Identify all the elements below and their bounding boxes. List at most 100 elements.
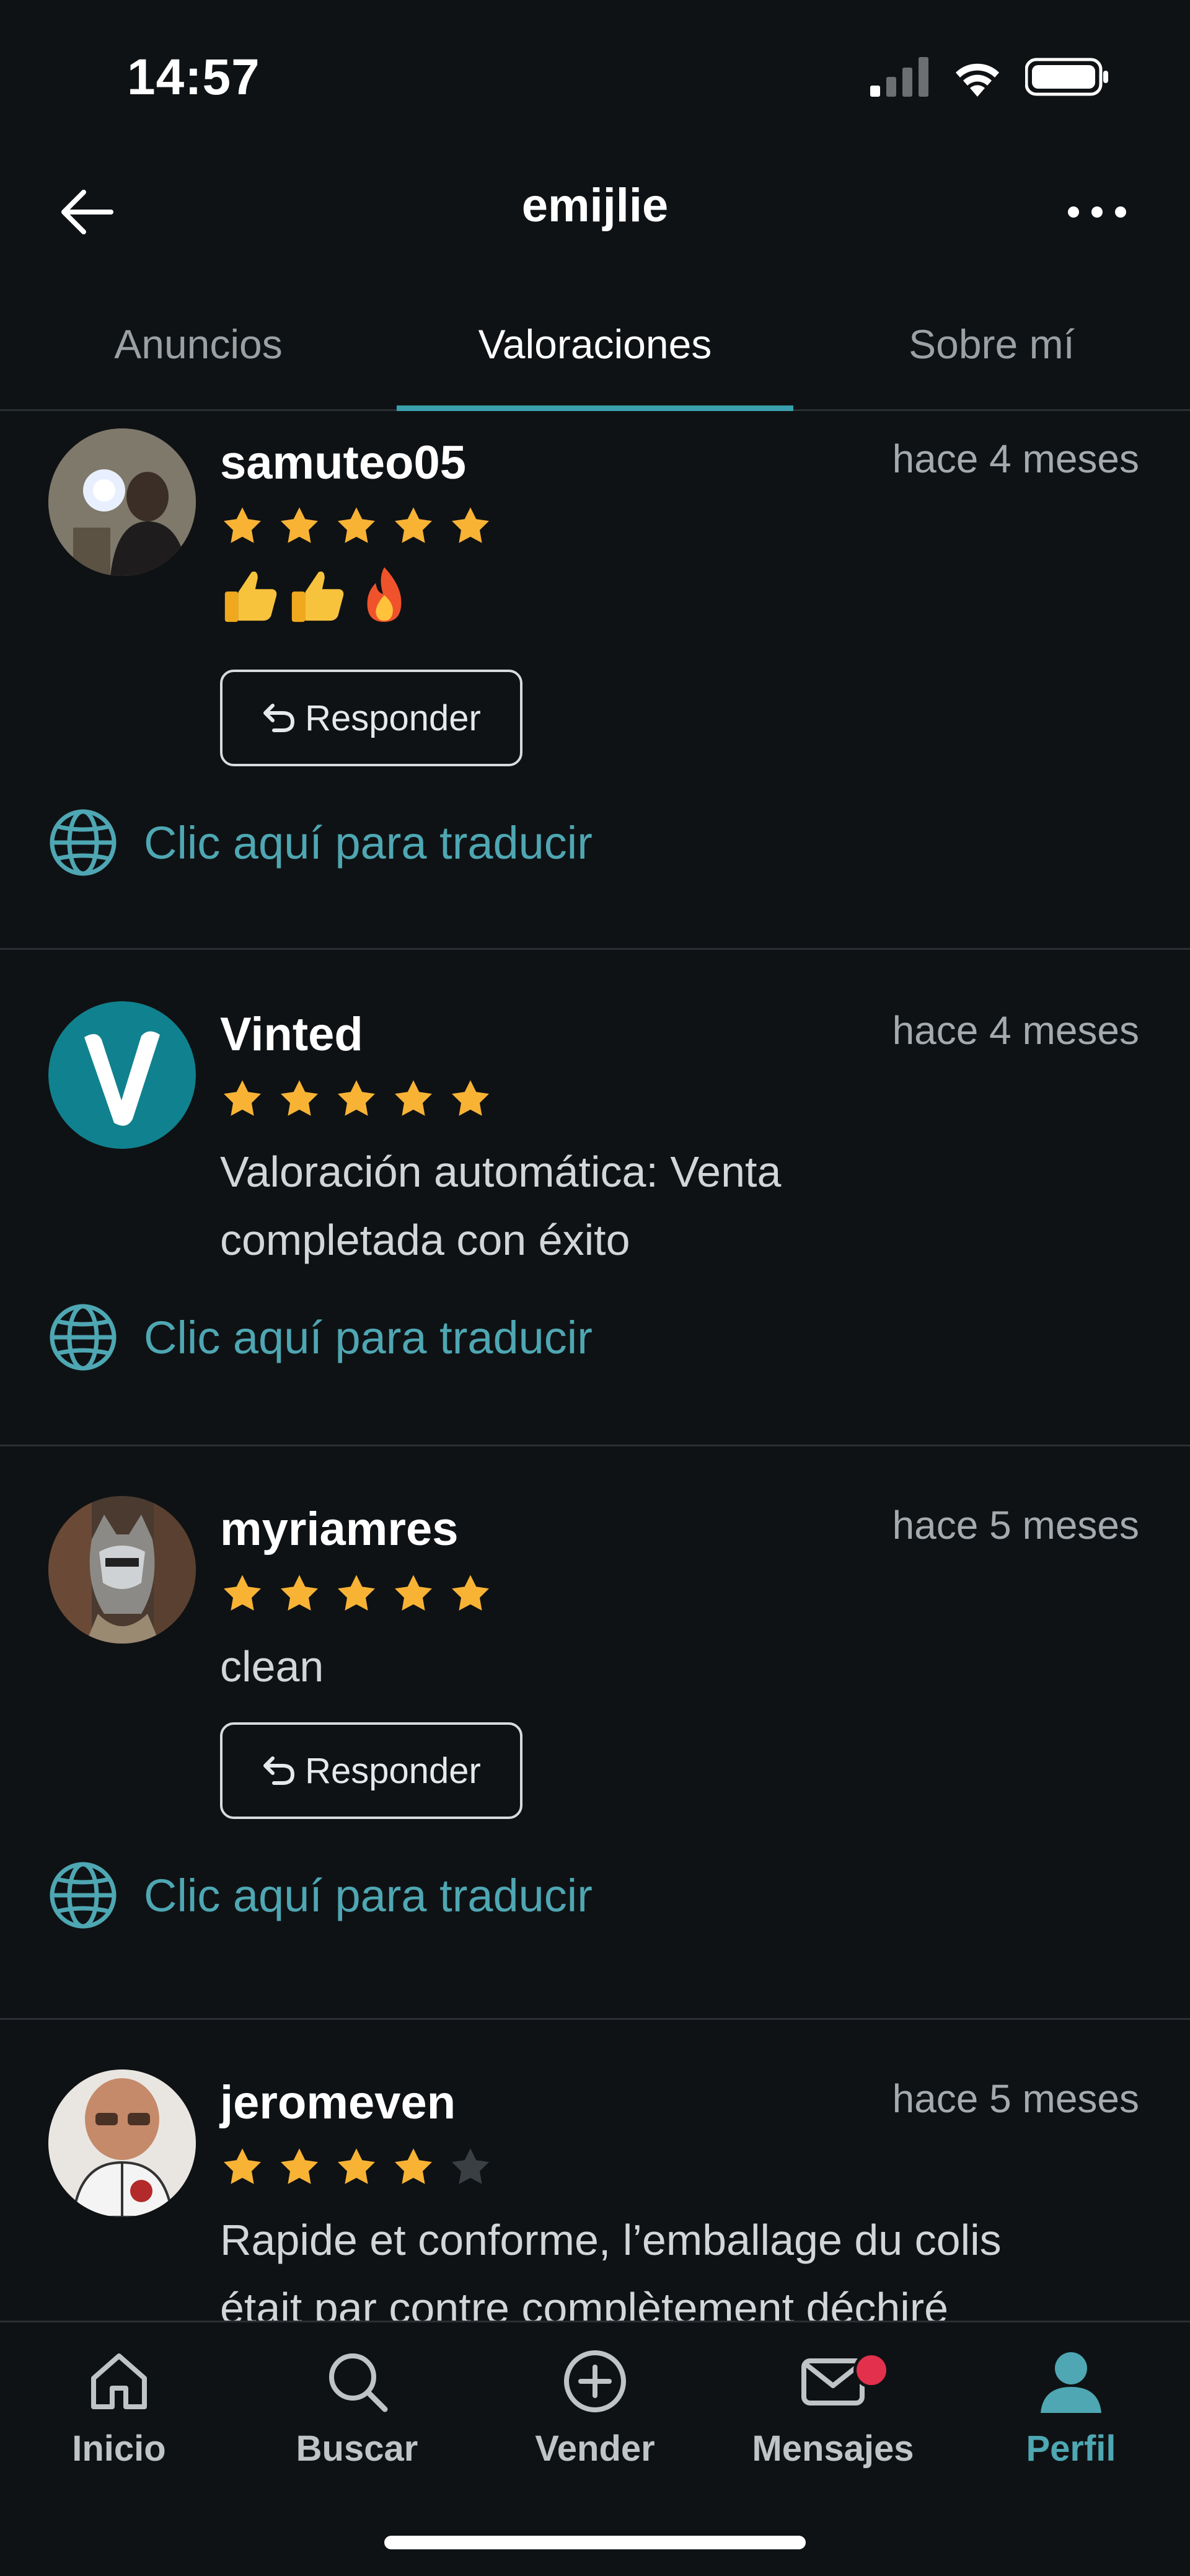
page-title: emijlie	[521, 179, 669, 232]
add-circle-icon	[564, 2350, 626, 2412]
review-item: samuteo05 hace 4 meses Responder Clic aq…	[0, 411, 1190, 950]
star-rating	[220, 1077, 493, 1122]
star-filled-icon	[281, 1080, 318, 1116]
more-dot-icon	[1115, 206, 1126, 218]
star-filled-icon	[395, 507, 432, 543]
star-filled-icon	[338, 1575, 375, 1611]
star-filled-icon	[338, 1080, 375, 1116]
reviews-list[interactable]: samuteo05 hace 4 meses Responder Clic aq…	[0, 411, 1190, 2321]
cellular-signal-icon	[870, 57, 928, 97]
profile-tabs: Anuncios Valoraciones Sobre mí	[0, 279, 1190, 411]
star-filled-icon	[395, 1080, 432, 1116]
translate-label: Clic aquí para traducir	[144, 1311, 593, 1363]
globe-icon	[50, 809, 117, 876]
nav-item-buscar[interactable]: Buscar	[238, 2347, 476, 2469]
star-filled-icon	[395, 1575, 432, 1611]
battery-icon	[1025, 58, 1108, 96]
nav-label: Inicio	[72, 2428, 166, 2469]
star-filled-icon	[224, 2148, 261, 2184]
star-filled-icon	[452, 1080, 489, 1116]
reviewer-name[interactable]: Vinted	[220, 1007, 363, 1061]
nav-item-inicio[interactable]: Inicio	[0, 2347, 238, 2469]
review-text: Valoración automática: Venta completada …	[220, 1138, 1150, 1274]
review-text-line: Rapide et conforme, l’emballage du colis	[220, 2216, 1002, 2264]
translate-link[interactable]: Clic aquí para traducir	[48, 808, 593, 877]
translate-label: Clic aquí para traducir	[144, 1869, 593, 1921]
review-text-line: était par contre complètement déchiré	[220, 2284, 949, 2321]
profile-icon	[1041, 2352, 1101, 2413]
tab-valoraciones[interactable]: Valoraciones	[397, 279, 793, 411]
star-filled-icon	[338, 2148, 375, 2184]
star-empty-icon	[452, 2148, 489, 2184]
review-item: myriamres hace 5 meses clean Responder C…	[0, 1446, 1190, 2020]
reply-arrow-icon	[263, 704, 295, 732]
reviewer-name[interactable]: samuteo05	[220, 436, 466, 490]
respond-label: Responder	[305, 1750, 481, 1791]
wifi-icon	[956, 63, 999, 97]
review-text: clean	[220, 1642, 324, 1691]
avatar[interactable]	[48, 2069, 196, 2217]
search-icon	[329, 2353, 388, 2412]
tab-anuncios[interactable]: Anuncios	[0, 279, 397, 409]
more-dot-icon	[1091, 206, 1103, 218]
respond-button[interactable]: Responder	[220, 1722, 522, 1819]
nav-item-perfil[interactable]: Perfil	[952, 2347, 1190, 2469]
star-filled-icon	[452, 1575, 489, 1611]
star-filled-icon	[224, 1575, 261, 1611]
status-time: 14:57	[127, 49, 260, 105]
review-text-line: completada con éxito	[220, 1216, 630, 1264]
more-dot-icon	[1068, 206, 1079, 218]
nav-item-mensajes[interactable]: Mensajes	[714, 2347, 952, 2469]
status-icons	[870, 57, 1109, 97]
tab-sobre-mi[interactable]: Sobre mí	[793, 279, 1190, 409]
avatar[interactable]	[48, 1496, 196, 1644]
translate-label: Clic aquí para traducir	[144, 817, 593, 869]
star-filled-icon	[281, 1575, 318, 1611]
fire-emoji-icon	[367, 567, 402, 622]
star-rating	[220, 1572, 493, 1616]
globe-icon	[50, 1862, 117, 1929]
respond-label: Responder	[305, 697, 481, 738]
more-options-button[interactable]	[1054, 181, 1140, 243]
review-date: hace 4 meses	[892, 436, 1139, 481]
star-filled-icon	[281, 507, 318, 543]
screen: 14:57 emijlie Anuncios Valoraciones Sobr…	[0, 0, 1190, 2576]
translate-link[interactable]: Clic aquí para traducir	[48, 1861, 593, 1930]
nav-label: Buscar	[296, 2428, 418, 2469]
home-indicator	[384, 2536, 806, 2549]
star-rating	[220, 2145, 493, 2190]
reply-arrow-icon	[263, 1756, 295, 1785]
avatar[interactable]	[48, 1001, 196, 1149]
star-filled-icon	[224, 1080, 261, 1116]
nav-label: Mensajes	[752, 2428, 914, 2469]
home-icon	[91, 2353, 147, 2409]
star-filled-icon	[224, 507, 261, 543]
thumbs-up-emoji-icon	[291, 571, 344, 622]
review-text-line: Valoración automática: Venta	[220, 1148, 782, 1196]
translate-link[interactable]: Clic aquí para traducir	[48, 1303, 593, 1372]
notification-badge	[853, 2352, 889, 2388]
nav-item-vender[interactable]: Vender	[476, 2347, 714, 2469]
review-item: jeromeven hace 5 meses Rapide et conform…	[0, 2020, 1190, 2321]
review-text: Rapide et conforme, l’emballage du colis…	[220, 2206, 1150, 2321]
avatar[interactable]	[48, 428, 196, 576]
reviewer-name[interactable]: myriamres	[220, 1502, 459, 1556]
review-date: hace 4 meses	[892, 1008, 1139, 1053]
star-rating	[220, 504, 493, 549]
status-bar: 14:57	[0, 0, 1190, 155]
review-date: hace 5 meses	[892, 2076, 1139, 2121]
thumbs-up-emoji-icon	[224, 571, 277, 622]
respond-button[interactable]: Responder	[220, 670, 522, 766]
star-filled-icon	[281, 2148, 318, 2184]
star-filled-icon	[338, 507, 375, 543]
reviewer-name[interactable]: jeromeven	[220, 2076, 456, 2130]
header: emijlie	[0, 155, 1190, 279]
review-emoji-text	[220, 565, 415, 626]
star-filled-icon	[395, 2148, 432, 2184]
review-date: hace 5 meses	[892, 1503, 1139, 1547]
nav-label: Vender	[535, 2428, 655, 2469]
review-item: Vinted hace 4 meses Valoración automátic…	[0, 952, 1190, 1446]
nav-label: Perfil	[1026, 2428, 1116, 2469]
star-filled-icon	[452, 507, 489, 543]
globe-icon	[50, 1304, 117, 1371]
